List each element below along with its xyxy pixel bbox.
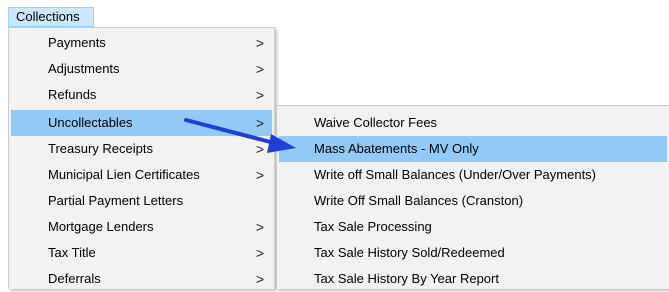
menu-item-label: Mass Abatements - MV Only [314,141,479,156]
chevron-right-icon: > [255,115,264,131]
submenu-item-write-off-small-balances-cranston[interactable]: Write Off Small Balances (Cranston) [279,188,667,214]
menu-item-label: Adjustments [48,61,120,76]
menu-item-label: Tax Sale History Sold/Redeemed [314,245,505,260]
menu-item-label: Payments [48,35,106,50]
collections-menu: Payments > Adjustments > Refunds > Uncol… [8,27,275,289]
menu-item-refunds[interactable]: Refunds > [11,82,272,108]
submenu-item-tax-sale-history-by-year[interactable]: Tax Sale History By Year Report [279,266,667,292]
chevron-right-icon: > [255,167,264,183]
chevron-right-icon: > [255,245,264,261]
menu-item-label: Tax Title [48,245,96,260]
chevron-right-icon: > [255,61,264,77]
submenu-item-mass-abatements-mv-only[interactable]: Mass Abatements - MV Only [279,136,667,162]
menu-item-payments[interactable]: Payments > [11,30,272,56]
menu-item-municipal-lien-certificates[interactable]: Municipal Lien Certificates > [11,162,272,188]
uncollectables-submenu: Waive Collector Fees Mass Abatements - M… [276,105,669,289]
chevron-right-icon: > [255,141,264,157]
menu-item-label: Write off Small Balances (Under/Over Pay… [314,167,597,182]
menu-item-label: Deferrals [48,271,101,286]
submenu-item-write-off-small-balances-under-over[interactable]: Write off Small Balances (Under/Over Pay… [279,162,667,188]
chevron-right-icon: > [255,271,264,287]
chevron-right-icon: > [255,219,264,235]
menu-item-mortgage-lenders[interactable]: Mortgage Lenders > [11,214,272,240]
submenu-item-tax-sale-history-sold-redeemed[interactable]: Tax Sale History Sold/Redeemed [279,240,667,266]
menu-item-label: Tax Sale History By Year Report [314,271,499,286]
menu-item-label: Partial Payment Letters [48,193,184,208]
menu-item-uncollectables[interactable]: Uncollectables > [11,110,272,136]
submenu-item-waive-collector-fees[interactable]: Waive Collector Fees [279,110,667,136]
menu-item-treasury-receipts[interactable]: Treasury Receipts > [11,136,272,162]
submenu-item-tax-sale-processing[interactable]: Tax Sale Processing [279,214,667,240]
menu-item-label: Tax Sale Processing [314,219,432,234]
menu-item-partial-payment-letters[interactable]: Partial Payment Letters [11,188,272,214]
menu-item-deferrals[interactable]: Deferrals > [11,266,272,292]
menu-item-label: Mortgage Lenders [48,219,154,234]
menu-item-label: Refunds [48,87,97,102]
chevron-right-icon: > [255,35,264,51]
menu-item-label: Waive Collector Fees [314,115,438,130]
menu-item-label: Municipal Lien Certificates [48,167,200,182]
menu-item-label: Uncollectables [48,115,133,130]
menu-item-adjustments[interactable]: Adjustments > [11,56,272,82]
menu-item-tax-title[interactable]: Tax Title > [11,240,272,266]
menu-item-label: Write Off Small Balances (Cranston) [314,193,524,208]
chevron-right-icon: > [255,87,264,103]
menubar-collections[interactable]: Collections [8,7,94,27]
menu-item-label: Treasury Receipts [48,141,153,156]
